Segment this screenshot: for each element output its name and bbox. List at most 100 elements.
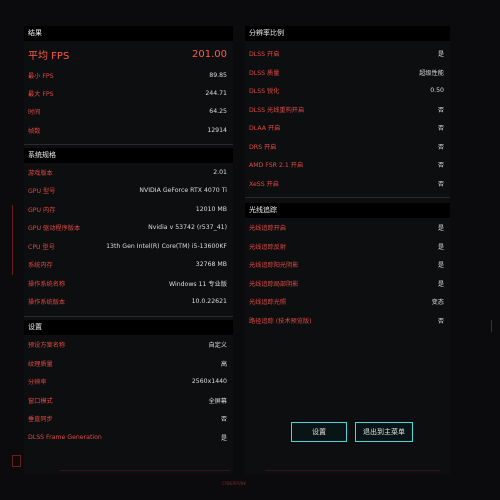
ray-tracing-row-value: 是 [437,261,444,269]
settings-row: 纹理质量 高 [28,356,227,370]
system-row: 游戏版本 2.01 [28,165,227,179]
results-row-value: 89.85 [209,71,227,79]
resolution-scaling-header: 分辨率比例 [245,26,450,41]
ray-tracing-row: 光线追踪局部阴影 是 [249,276,444,290]
settings-row-value: 全屏幕 [208,397,227,405]
resolution-row-value: 否 [437,143,444,151]
resolution-row: DLSS 光线重构开启 否 [249,102,444,116]
system-row: GPU 内存 12010 MB [28,202,227,216]
results-row-value: 244.71 [205,89,227,97]
settings-row-label: 预设方案名称 [28,341,66,349]
settings-row: 分辨率 2560x1440 [28,374,227,388]
resolution-row-label: DLSS 开启 [249,50,280,58]
resolution-row: DRS 开启 否 [249,139,444,153]
system-row-label: 操作系统名称 [28,280,66,288]
ray-tracing-row: 光线追踪反射 是 [249,239,444,253]
resolution-row-label: DLSS 光线重构开启 [249,106,305,114]
resolution-row-value: 否 [437,180,444,188]
system-row: GPU 型号 NVIDIA GeForce RTX 4070 Ti [28,183,227,197]
results-row: 时间 64.25 [28,104,227,118]
divider [24,316,233,317]
system-row-value: 32768 MB [195,260,227,268]
system-row-value: NVIDIA GeForce RTX 4070 Ti [139,186,227,194]
ray-tracing-row-value: 是 [437,243,444,251]
results-row-label: 时间 [28,108,41,116]
resolution-row-label: DLAA 开启 [249,124,281,132]
system-row: CPU 型号 13th Gen Intel(R) Core(TM) i5-136… [28,239,227,253]
settings-row: DLSS Frame Generation 是 [28,430,227,444]
system-row: 操作系统版本 10.0.22621 [28,294,227,308]
system-row-label: 系统内存 [28,261,53,269]
settings-row-value: 高 [220,360,227,368]
settings-row-label: 窗口模式 [28,397,53,405]
right-edge-line [491,320,492,332]
results-header: 结果 [24,26,233,41]
system-row-value: 12010 MB [195,205,227,213]
system-row: 系统内存 32768 MB [28,257,227,271]
ray-tracing-row-value: 是 [437,224,444,232]
ray-tracing-row-label: 路径追踪 (技术预览版) [249,317,312,325]
ray-tracing-row-label: 光线追踪光照 [249,298,287,306]
left-edge-line [12,205,13,275]
results-row-value: 64.25 [209,107,227,115]
resolution-row: XeSS 开启 否 [249,176,444,190]
resolution-row-value: 否 [437,161,444,169]
ray-tracing-row-value: 是 [437,280,444,288]
footer-line [60,470,230,471]
resolution-row-value: 否 [437,106,444,114]
system-row-label: GPU 型号 [28,187,56,195]
settings-row: 预设方案名称 自定义 [28,337,227,351]
system-row: GPU 驱动程序版本 Nvidia v 53742 (r537_41) [28,220,227,234]
system-row-label: CPU 型号 [28,243,55,251]
settings-row-label: 垂直同步 [28,415,53,423]
settings-row-value: 自定义 [208,341,227,349]
system-row-label: GPU 驱动程序版本 [28,224,81,232]
settings-row: 窗口模式 全屏幕 [28,393,227,407]
system-header: 系统规格 [24,148,233,163]
settings-row-value: 2560x1440 [191,377,227,385]
right-panel: 分辨率比例 DLSS 开启 是 DLSS 质量 超级性能 DLSS 锐化 0.5… [245,26,450,474]
avg-fps-value: 201.00 [192,49,227,60]
divider [245,197,450,198]
divider [24,144,233,145]
settings-row-label: DLSS Frame Generation [28,433,102,441]
system-row-value: 10.0.22621 [191,297,227,305]
resolution-row: DLSS 开启 是 [249,46,444,60]
resolution-row: DLSS 锐化 0.50 [249,83,444,97]
results-row: 最小 FPS 89.85 [28,68,227,82]
ray-tracing-row-value: 否 [437,317,444,325]
results-row-label: 最小 FPS [28,72,54,80]
menu-icon [12,455,21,467]
system-row-label: 游戏版本 [28,169,53,177]
avg-fps-row: 平均 FPS 201.00 [28,46,227,63]
ray-tracing-row: 路径追踪 (技术预览版) 否 [249,313,444,327]
system-row-value: 13th Gen Intel(R) Core(TM) i5-13600KF [106,242,227,250]
avg-fps-label: 平均 FPS [28,51,70,62]
settings-header: 设置 [24,320,233,335]
system-row-value: 2.01 [213,168,227,176]
resolution-row: DLSS 质量 超级性能 [249,65,444,79]
settings-row: 垂直同步 否 [28,411,227,425]
settings-row-value: 否 [220,415,227,423]
resolution-row-label: DLSS 锐化 [249,87,280,95]
ray-tracing-row: 光线追踪开启 是 [249,220,444,234]
system-row-label: 操作系统版本 [28,298,66,306]
exit-to-main-menu-button[interactable]: 退出到主菜单 [355,422,413,442]
settings-row-value: 是 [220,434,227,442]
results-row-value: 12914 [207,126,227,134]
resolution-row: AMD FSR 2.1 开启 否 [249,157,444,171]
left-panel: 结果 平均 FPS 201.00 最小 FPS 89.85 最大 FPS 244… [24,26,233,474]
ray-tracing-row-label: 光线追踪开启 [249,224,287,232]
resolution-row-label: DLSS 质量 [249,69,280,77]
resolution-row-label: XeSS 开启 [249,180,279,188]
results-row-label: 帧数 [28,127,41,135]
settings-row-label: 纹理质量 [28,360,53,368]
footer-mark: CYBERPUNK [222,481,247,486]
system-row-value: Nvidia v 53742 (r537_41) [148,223,227,231]
footer-line-right [265,470,440,471]
ray-tracing-header: 光线追踪 [245,203,450,218]
results-row: 最大 FPS 244.71 [28,86,227,100]
resolution-row-value: 否 [437,124,444,132]
resolution-row-value: 超级性能 [419,69,444,77]
settings-button[interactable]: 设置 [291,422,347,442]
